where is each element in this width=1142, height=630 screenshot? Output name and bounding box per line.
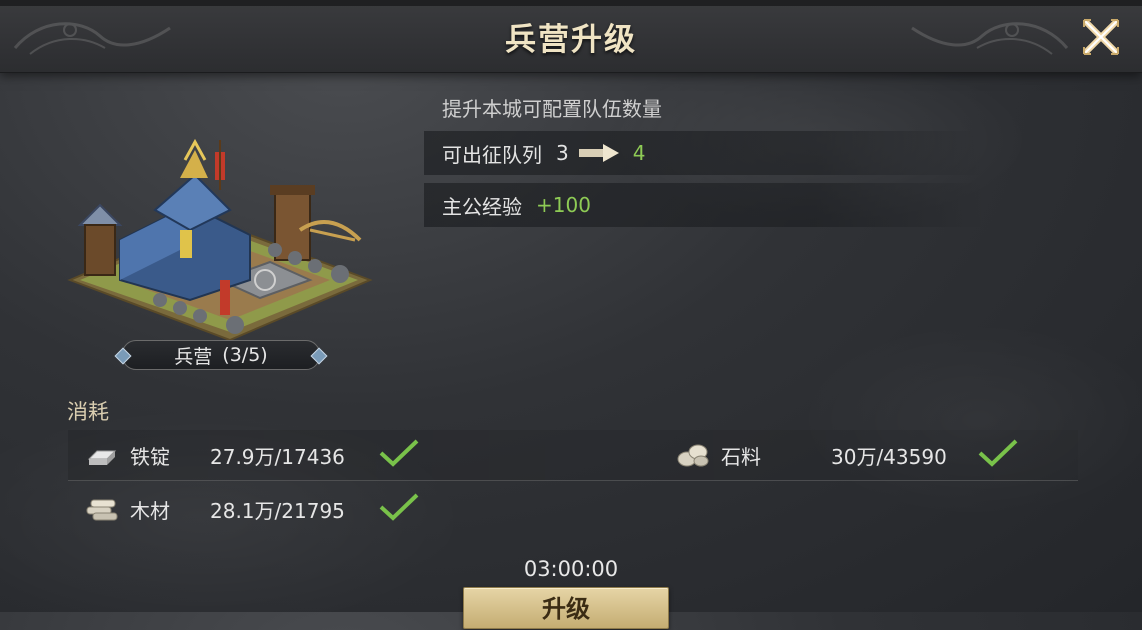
cost-item-iron: 铁锭 27.9万/17436 xyxy=(82,430,420,480)
upgrade-button[interactable]: 升级 xyxy=(463,587,669,629)
stone-icon xyxy=(673,442,713,468)
wood-icon xyxy=(82,496,122,522)
cost-item-amount: 30万/43590 xyxy=(831,444,947,469)
close-icon xyxy=(1083,19,1119,55)
check-icon xyxy=(378,438,420,473)
plate-gem-left-icon xyxy=(114,347,132,365)
upgrade-timer: 03:00:00 xyxy=(523,557,619,581)
lord-exp-value: +100 xyxy=(536,193,591,217)
check-icon xyxy=(977,438,1019,473)
cost-item-wood: 木材 28.1万/21795 xyxy=(82,484,420,534)
plate-gem-right-icon xyxy=(310,347,328,365)
lord-exp-row: 主公经验 +100 xyxy=(424,183,984,227)
march-queue-next: 4 xyxy=(632,141,646,165)
close-button[interactable] xyxy=(1078,14,1124,60)
building-name: 兵营 xyxy=(174,345,213,368)
cost-item-name: 木材 xyxy=(130,498,170,523)
cost-title: 消耗 xyxy=(67,400,109,424)
building-name-plate: 兵营 (3/5) xyxy=(114,340,328,370)
cost-item-stone: 石料 30万/43590 xyxy=(673,430,1019,480)
march-queue-row: 可出征队列 3 4 xyxy=(424,131,984,175)
cost-item-amount: 27.9万/17436 xyxy=(210,444,345,469)
building-level: (3/5) xyxy=(222,344,268,366)
march-queue-label: 可出征队列 xyxy=(442,142,542,167)
cost-item-name: 石料 xyxy=(721,444,761,469)
march-queue-current: 3 xyxy=(556,141,569,165)
cost-item-amount: 28.1万/21795 xyxy=(210,498,345,523)
upgrade-description: 提升本城可配置队伍数量 xyxy=(442,97,662,121)
cost-item-name: 铁锭 xyxy=(130,444,170,469)
cost-row: 木材 28.1万/21795 xyxy=(68,484,1078,534)
check-icon xyxy=(378,492,420,527)
arrow-right-icon xyxy=(578,144,619,162)
title-bar: 兵营升级 xyxy=(0,0,1142,73)
page-title: 兵营升级 xyxy=(505,22,637,58)
title-bar-strip xyxy=(0,0,1142,6)
cost-row: 铁锭 27.9万/17436 石料 30万/43590 xyxy=(68,430,1078,481)
iron-ingot-icon xyxy=(82,443,122,467)
barracks-building-image xyxy=(67,138,373,342)
lord-exp-label: 主公经验 xyxy=(442,194,522,219)
